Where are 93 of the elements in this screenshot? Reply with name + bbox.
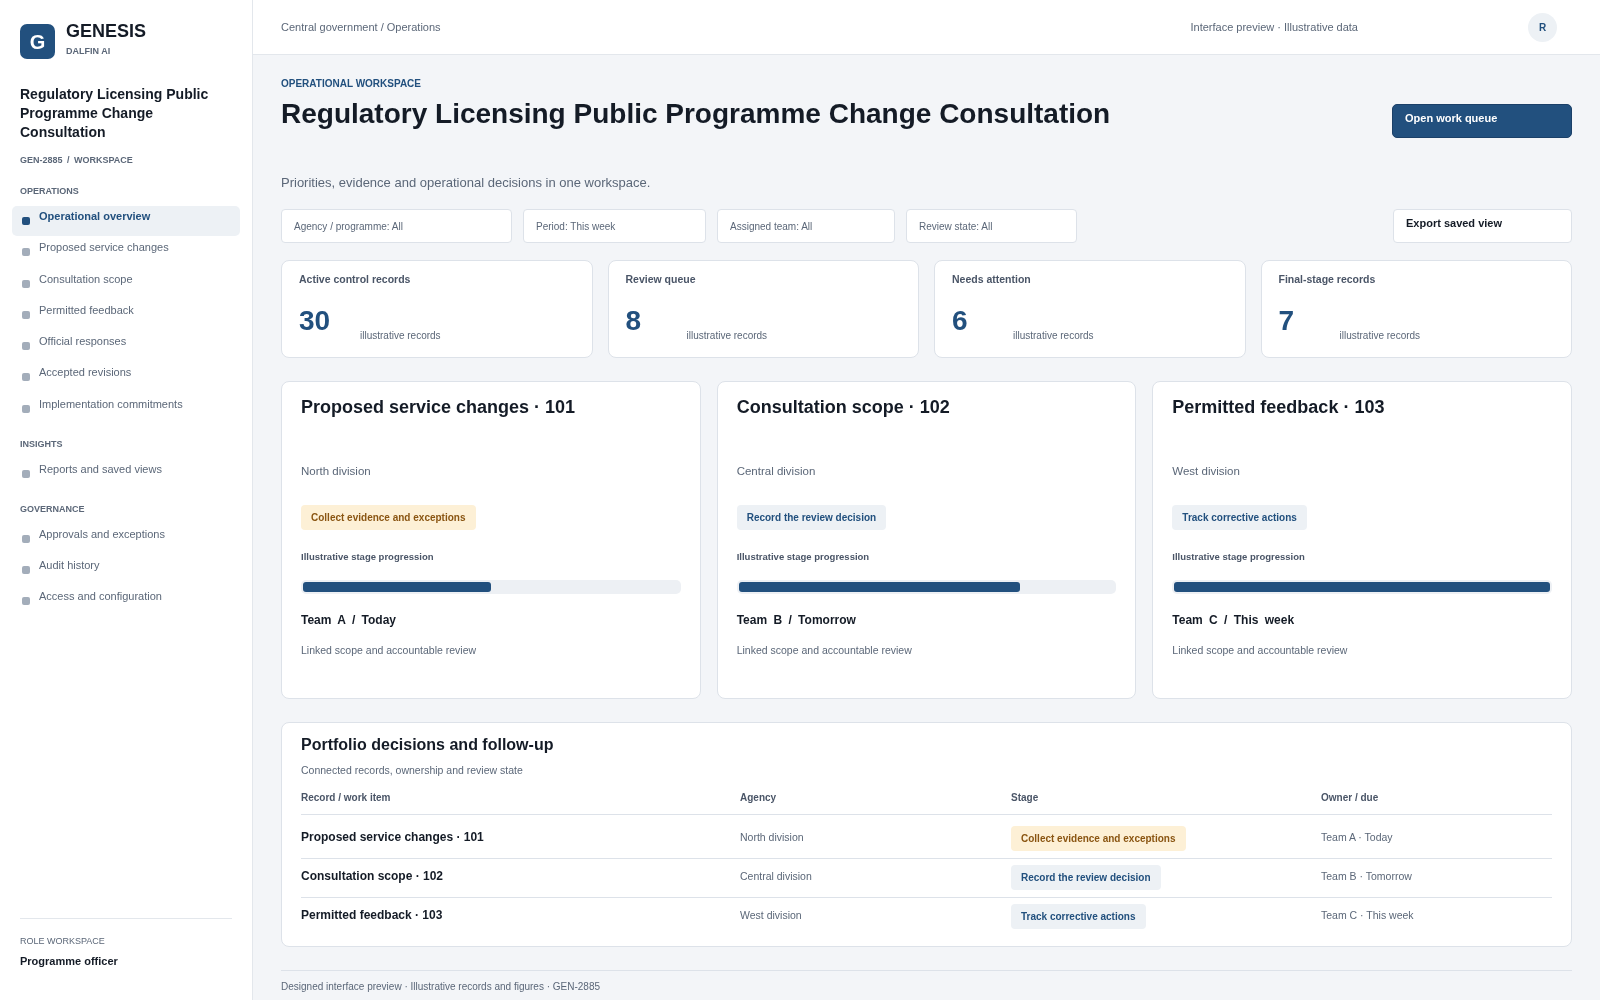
stat-caption: illustrative records xyxy=(360,330,441,342)
section-heading: OPERATIONS xyxy=(20,185,80,197)
nav-item[interactable]: Audit history xyxy=(12,555,240,586)
progress-label: Illustrative stage progression xyxy=(1172,551,1305,563)
stat-value: 7 xyxy=(1278,305,1296,337)
record-name: Consultation scope · 102 xyxy=(301,868,444,884)
stage-badge: Record the review decision xyxy=(736,505,887,530)
nav-item[interactable]: Proposed service changes xyxy=(12,237,240,268)
breadcrumb: Central government / Operations xyxy=(281,19,442,35)
card-note: Linked scope and accountable review xyxy=(1172,643,1348,657)
division-label: North division xyxy=(301,464,371,479)
brand-tagline: DALFIN AI xyxy=(66,45,112,57)
stat-caption: illustrative records xyxy=(1013,330,1094,342)
filter-dropdown[interactable]: Period: This week xyxy=(523,209,706,243)
nav-item[interactable]: Accepted revisions xyxy=(12,362,240,393)
table-subtitle: Connected records, ownership and review state xyxy=(301,764,524,777)
filter-dropdown[interactable]: Agency / programme: All xyxy=(281,209,512,243)
nav-item[interactable]: Reports and saved views xyxy=(12,458,240,489)
section-heading: INSIGHTS xyxy=(20,437,64,450)
bullet-icon xyxy=(22,469,30,478)
nav-item[interactable]: Implementation commitments xyxy=(12,393,240,424)
stat-value: 8 xyxy=(625,305,643,337)
stat-value: 30 xyxy=(299,305,332,337)
owner-due: Team C · This week xyxy=(1321,907,1414,922)
export-saved-view-button[interactable]: Export saved view xyxy=(1393,209,1572,243)
role-name: Programme officer xyxy=(20,954,119,968)
bullet-icon xyxy=(22,342,30,351)
progress-label: Illustrative stage progression xyxy=(301,551,434,563)
page-title: Regulatory Licensing Public Programme Change Consultation xyxy=(281,97,1111,131)
avatar[interactable]: R xyxy=(1528,12,1557,42)
workspace-crumb: GEN-2885 / WORKSPACE xyxy=(20,154,134,166)
column-header: Owner / due xyxy=(1321,792,1379,804)
nav-item[interactable]: Official responses xyxy=(12,331,240,362)
bullet-icon xyxy=(22,217,30,225)
stage-badge: Record the review decision xyxy=(1011,865,1161,890)
card-title: Proposed service changes · 101 xyxy=(301,396,576,418)
filter-dropdown[interactable]: Review state: All xyxy=(906,209,1077,243)
stat-label: Active control records xyxy=(299,272,412,286)
preview-note: Interface preview · Illustrative data xyxy=(1190,19,1358,35)
bullet-icon xyxy=(22,310,30,319)
nav-item[interactable]: Consultation scope xyxy=(12,268,240,299)
nav-item[interactable]: Permitted feedback xyxy=(12,299,240,330)
card-title: Consultation scope · 102 xyxy=(736,396,950,418)
column-header: Agency xyxy=(740,792,777,804)
column-header: Record / work item xyxy=(301,792,391,804)
bullet-icon xyxy=(22,534,30,543)
nav-item[interactable]: Access and configuration xyxy=(12,586,240,617)
column-header: Stage xyxy=(1011,792,1039,804)
bullet-icon xyxy=(22,279,30,288)
owner-due: Team B / Tomorrow xyxy=(736,612,856,628)
bullet-icon xyxy=(22,597,30,606)
owner-due: Team C / This week xyxy=(1172,612,1295,628)
bullet-icon xyxy=(22,566,30,575)
brand-name: GENESIS xyxy=(66,20,147,42)
stat-caption: illustrative records xyxy=(686,330,768,342)
stage-badge: Collect evidence and exceptions xyxy=(1011,826,1186,851)
stat-label: Needs attention xyxy=(952,272,1032,286)
nav-item[interactable]: Operational overview xyxy=(12,206,240,236)
division-label: West division xyxy=(1172,464,1240,479)
table-title: Portfolio decisions and follow-up xyxy=(301,735,555,755)
section-heading: GOVERNANCE xyxy=(20,502,86,515)
card-note: Linked scope and accountable review xyxy=(301,643,477,657)
stage-badge: Collect evidence and exceptions xyxy=(301,505,476,530)
stat-value: 6 xyxy=(952,305,969,337)
bullet-icon xyxy=(22,373,30,382)
logo-mark: G xyxy=(20,24,55,59)
owner-due: Team A · Today xyxy=(1321,829,1393,844)
record-name: Proposed service changes · 101 xyxy=(301,829,484,845)
record-name: Permitted feedback · 103 xyxy=(301,907,443,923)
stat-label: Review queue xyxy=(625,272,697,286)
nav-item[interactable]: Approvals and exceptions xyxy=(12,523,240,554)
stage-badge: Track corrective actions xyxy=(1172,505,1307,530)
division-label: Central division xyxy=(736,464,816,479)
bullet-icon xyxy=(22,248,30,257)
card-note: Linked scope and accountable review xyxy=(736,643,912,657)
workspace-title: Regulatory Licensing Public Programme Change Consultation xyxy=(20,85,210,142)
card-title: Permitted feedback · 103 xyxy=(1172,396,1385,418)
open-work-queue-button[interactable]: Open work queue xyxy=(1392,104,1572,138)
agency-text: West division xyxy=(740,907,802,922)
progress-label: Illustrative stage progression xyxy=(736,551,870,563)
bullet-icon xyxy=(22,404,30,413)
stat-label: Final-stage records xyxy=(1278,272,1377,286)
owner-due: Team A / Today xyxy=(301,612,396,628)
agency-text: North division xyxy=(740,829,804,844)
agency-text: Central division xyxy=(740,868,812,883)
owner-due: Team B · Tomorrow xyxy=(1321,868,1412,883)
page-subtitle: Priorities, evidence and operational decisions in one workspace. xyxy=(281,175,652,191)
eyebrow-label: OPERATIONAL WORKSPACE xyxy=(281,78,422,90)
role-label: ROLE WORKSPACE xyxy=(20,935,106,947)
stage-badge: Track corrective actions xyxy=(1011,904,1146,929)
stat-caption: illustrative records xyxy=(1339,330,1421,342)
filter-dropdown[interactable]: Assigned team: All xyxy=(717,209,895,243)
footer-note: Designed interface preview · Illustrative records and figures · GEN-2885 xyxy=(281,981,601,993)
